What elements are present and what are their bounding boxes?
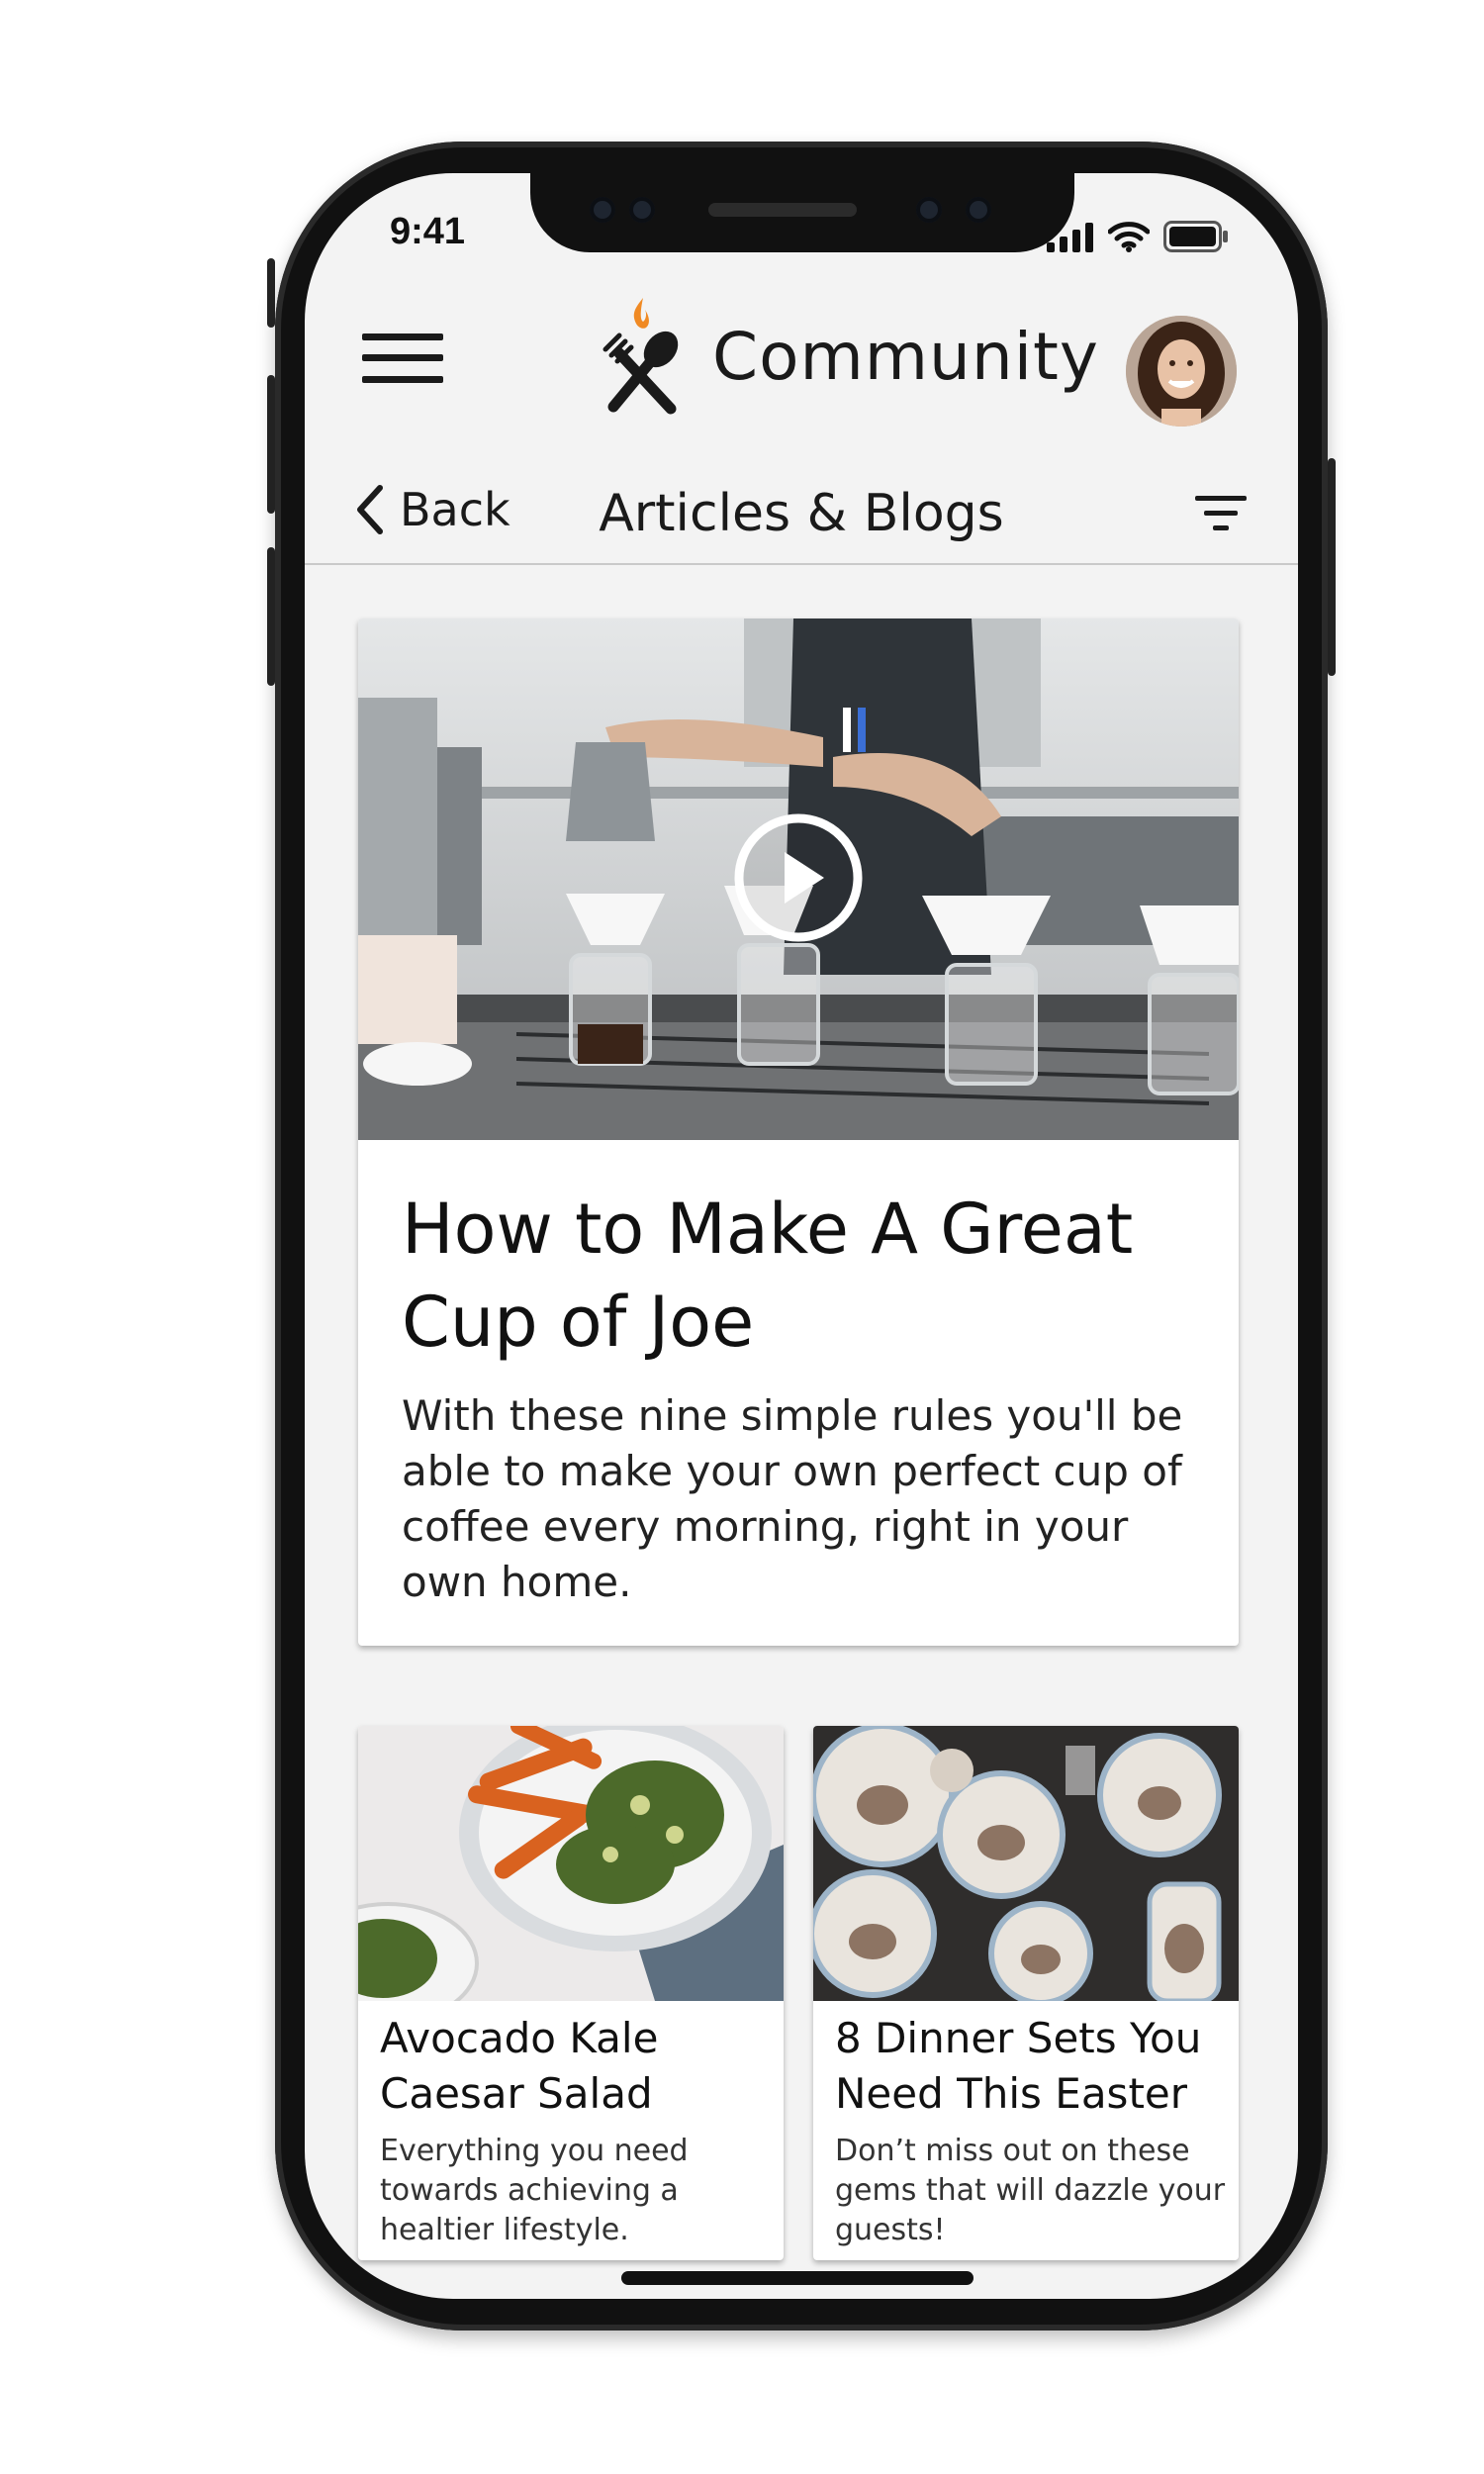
- article-description: Don’t miss out on these gems that will d…: [835, 2134, 1226, 2247]
- volume-up-button: [267, 375, 275, 514]
- user-avatar[interactable]: [1126, 316, 1237, 427]
- article-card-salad[interactable]: Avocado Kale Caesar Salad Everything you…: [358, 1726, 784, 2260]
- sensor-icon: [629, 197, 655, 223]
- article-description: Everything you need towards achieving a …: [380, 2134, 689, 2247]
- brand: Community: [592, 292, 1099, 421]
- battery-icon: [1163, 221, 1228, 252]
- phone-screen: 9:41 Community Back Articles & Blogs How…: [305, 173, 1298, 2299]
- front-camera-icon: [966, 197, 991, 223]
- page-title: Articles & Blogs: [599, 484, 1004, 543]
- featured-article-description: With these nine simple rules you'll be a…: [402, 1391, 1183, 1606]
- sensor-icon: [590, 197, 615, 223]
- app-title: Community: [712, 318, 1099, 395]
- article-card-dinner-sets[interactable]: 8 Dinner Sets You Need This Easter Don’t…: [813, 1726, 1239, 2260]
- status-time: 9:41: [390, 211, 466, 252]
- article-title: 8 Dinner Sets You Need This Easter: [835, 2014, 1202, 2118]
- volume-down-button: [267, 547, 275, 686]
- notch: [530, 173, 1074, 252]
- signal-icon: [1047, 223, 1093, 252]
- avatar-photo: [1126, 316, 1237, 427]
- speaker-grille: [708, 203, 857, 217]
- status-icons: [1047, 221, 1229, 252]
- sub-header: Back Articles & Blogs: [305, 456, 1298, 565]
- mute-switch: [267, 258, 275, 328]
- home-indicator[interactable]: [621, 2271, 974, 2285]
- play-icon[interactable]: [733, 812, 864, 943]
- wifi-icon: [1108, 222, 1150, 252]
- bunny-dinnerware-photo: [813, 1726, 1239, 2001]
- sensor-icon: [916, 197, 942, 223]
- phone-frame: 9:41 Community Back Articles & Blogs How…: [267, 142, 1336, 2331]
- power-button: [1328, 458, 1336, 676]
- featured-article-card[interactable]: How to Make A Great Cup of Joe With thes…: [358, 618, 1239, 1646]
- kale-salad-sweet-potato-photo: [358, 1726, 784, 2001]
- filter-icon[interactable]: [1195, 494, 1247, 533]
- hamburger-menu-icon[interactable]: [362, 332, 443, 385]
- article-title: Avocado Kale Caesar Salad: [380, 2014, 659, 2118]
- fork-spoon-flame-icon: [603, 298, 679, 415]
- featured-article-title: How to Make A Great Cup of Joe: [402, 1189, 1134, 1363]
